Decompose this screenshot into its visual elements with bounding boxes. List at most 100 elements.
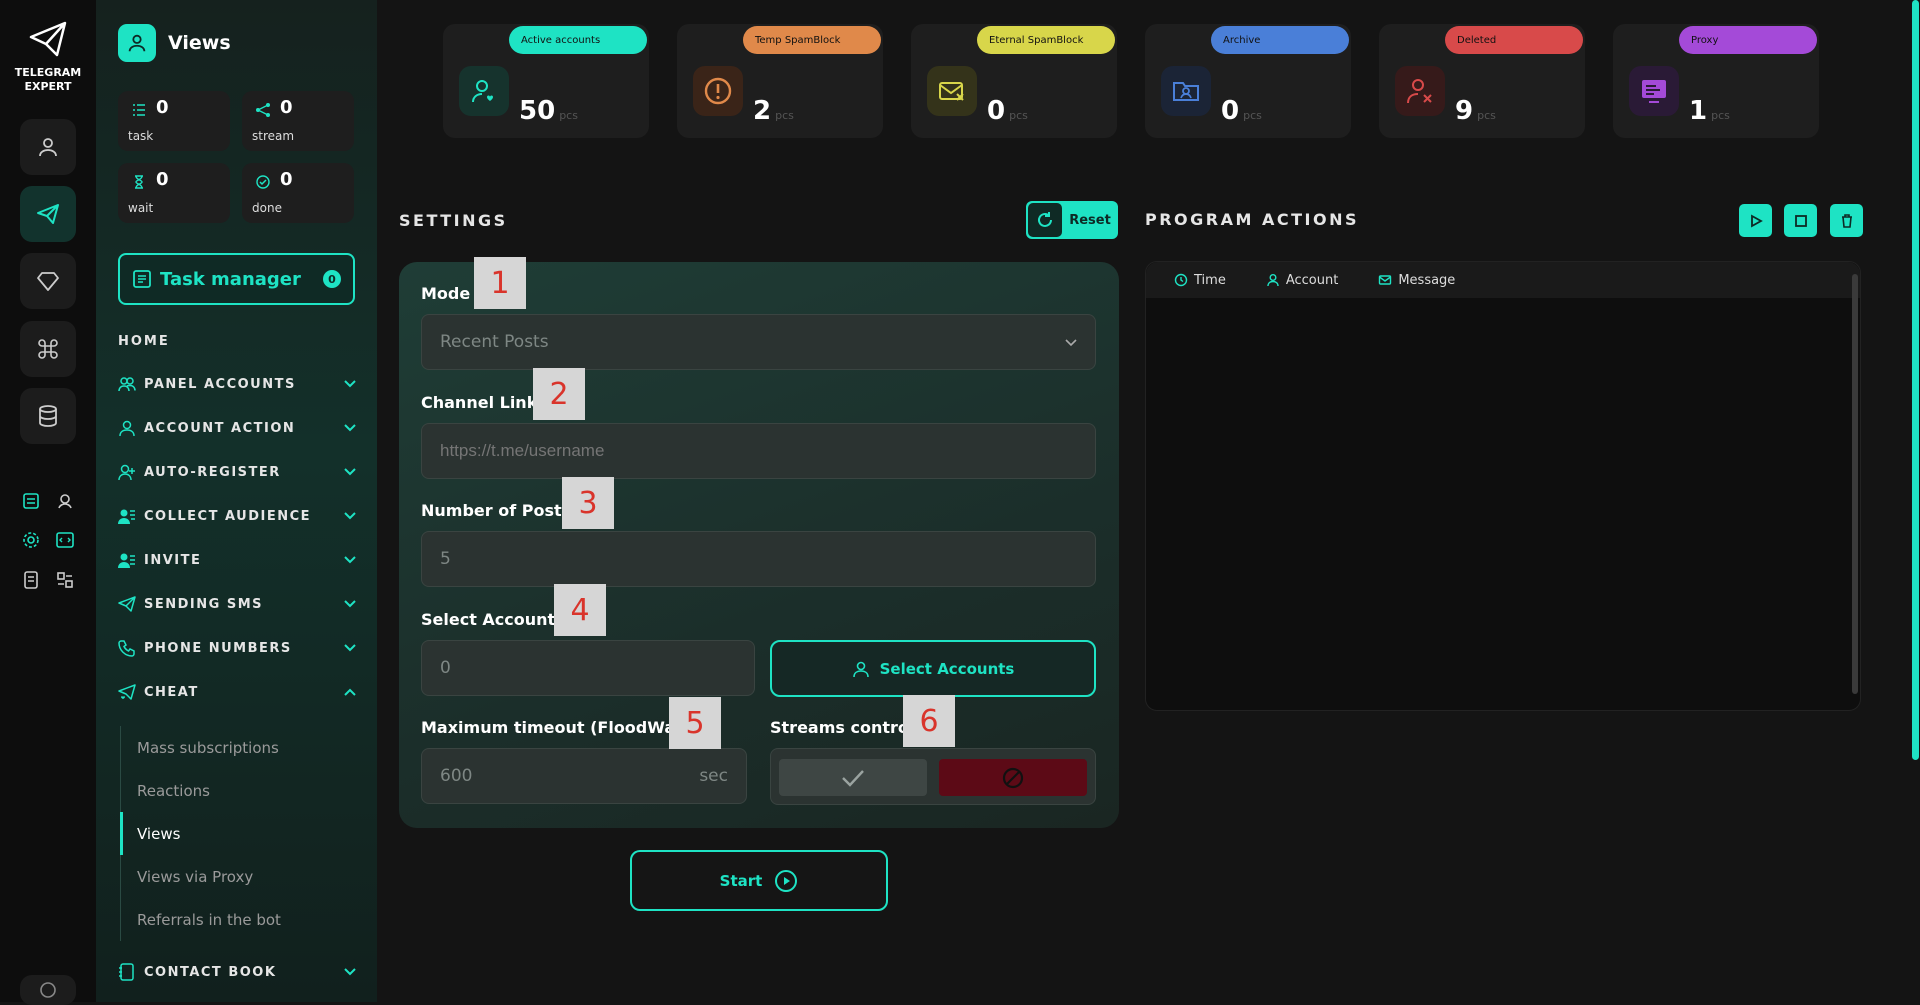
log-header: Time Account Message — [1146, 262, 1860, 298]
nav-label: AUTO-REGISTER — [144, 464, 281, 480]
chevron-down-icon — [342, 596, 358, 612]
card-label: Active accounts — [509, 26, 647, 54]
program-actions-log[interactable]: Time Account Message — [1145, 261, 1861, 711]
stat-label: stream — [252, 129, 295, 143]
chevron-down-icon — [1065, 332, 1077, 352]
stat-done: 0 done — [242, 163, 354, 223]
rail-mini-document-icon[interactable] — [18, 567, 44, 593]
card-archive: Archive 0 pcs — [1145, 24, 1351, 138]
marker-1: 1 — [474, 257, 526, 309]
subnav-referrals-in-the-bot[interactable]: Referrals in the bot — [120, 898, 360, 941]
channel-link-input[interactable] — [421, 423, 1096, 479]
nav-panel-accounts[interactable]: PANEL ACCOUNTS — [118, 372, 358, 396]
max-timeout-label: Maximum timeout (FloodWait) — [421, 718, 696, 737]
brand-line-1: TELEGRAM — [14, 66, 82, 79]
nav-collect-audience[interactable]: COLLECT AUDIENCE — [118, 504, 358, 528]
user-group-icon — [118, 509, 135, 524]
nav-auto-register[interactable]: AUTO-REGISTER — [118, 460, 358, 484]
marker-5: 5 — [669, 697, 721, 749]
user-icon — [119, 420, 135, 437]
mail-icon — [1379, 275, 1392, 285]
rail-mini-code-icon[interactable] — [52, 527, 78, 553]
trash-icon — [1841, 213, 1852, 228]
user-icon — [39, 138, 57, 157]
mode-select[interactable]: Recent Posts — [421, 314, 1096, 370]
streams-enable-button[interactable] — [779, 759, 927, 796]
page-scrollbar[interactable] — [1911, 0, 1920, 1002]
clear-log-button[interactable] — [1830, 204, 1863, 237]
task-manager-button[interactable]: Task manager 0 — [118, 253, 355, 305]
subnav-mass-subscriptions[interactable]: Mass subscriptions — [120, 726, 360, 769]
cheat-submenu: Mass subscriptions Reactions Views Views… — [120, 726, 360, 941]
chevron-down-icon — [342, 420, 358, 436]
user-plus-icon — [118, 464, 135, 481]
card-temp-spamblock: Temp SpamBlock 2 pcs — [677, 24, 883, 138]
settings-title: SETTINGS — [399, 211, 508, 230]
reset-button[interactable]: Reset — [1026, 201, 1118, 239]
run-button[interactable] — [1739, 204, 1772, 237]
marker-2: 2 — [533, 368, 585, 420]
users-icon — [118, 377, 136, 392]
card-proxy: Proxy 1 pcs — [1613, 24, 1819, 138]
rail-premium-button[interactable] — [20, 253, 76, 309]
chevron-down-icon — [342, 376, 358, 392]
rail-mini-list-icon[interactable] — [18, 488, 44, 514]
card-active-accounts: Active accounts 50 pcs — [443, 24, 649, 138]
marker-3: 3 — [562, 477, 614, 529]
nav-cheat[interactable]: CHEAT — [118, 680, 358, 704]
stat-label: task — [128, 129, 154, 143]
chevron-up-icon — [342, 684, 358, 700]
gear-icon — [40, 982, 56, 998]
card-label: Deleted — [1445, 26, 1583, 54]
nav-home[interactable]: HOME — [118, 334, 170, 349]
nav-sending-sms[interactable]: SENDING SMS — [118, 592, 358, 616]
rail-profile-button[interactable] — [20, 119, 76, 175]
stop-button[interactable] — [1784, 204, 1817, 237]
paper-plane-icon — [118, 596, 136, 612]
list-check-icon — [130, 101, 148, 119]
rail-mini-gear-icon[interactable] — [18, 527, 44, 553]
rail-settings-button[interactable] — [20, 975, 76, 1005]
card-value: 0 pcs — [1221, 96, 1262, 126]
nav-invite[interactable]: INVITE — [118, 548, 358, 572]
subnav-views-via-proxy[interactable]: Views via Proxy — [120, 855, 360, 898]
user-icon — [852, 661, 869, 677]
brand-line-2: EXPERT — [24, 80, 72, 93]
rail-commands-button[interactable] — [20, 321, 76, 377]
stat-value: 0 — [280, 169, 293, 190]
card-value: 9 pcs — [1455, 96, 1496, 126]
nav-label: PANEL ACCOUNTS — [144, 376, 296, 392]
rail-telegram-button[interactable] — [20, 186, 76, 242]
chevron-down-icon — [342, 464, 358, 480]
nav-contact-book[interactable]: CONTACT BOOK — [118, 960, 358, 984]
select-accounts-button[interactable]: Select Accounts — [770, 640, 1096, 697]
icon-rail: TELEGRAM EXPERT — [0, 0, 96, 1005]
max-timeout-input[interactable]: 600 sec — [421, 748, 747, 804]
subnav-views[interactable]: Views — [120, 812, 360, 855]
stat-task: 0 task — [118, 91, 230, 151]
start-button[interactable]: Start — [630, 850, 888, 911]
rail-mini-layout-icon[interactable] — [52, 567, 78, 593]
number-of-posts-label: Number of Posts — [421, 501, 572, 520]
log-scrollbar[interactable] — [1852, 274, 1858, 694]
subnav-reactions[interactable]: Reactions — [120, 769, 360, 812]
rail-database-button[interactable] — [20, 388, 76, 444]
nav-label: ACCOUNT ACTION — [144, 420, 296, 436]
share-nodes-icon — [254, 101, 272, 119]
user-heart-icon — [459, 66, 509, 116]
nav-account-action[interactable]: ACCOUNT ACTION — [118, 416, 358, 440]
card-label: Archive — [1211, 26, 1349, 54]
log-col-account: Account — [1266, 273, 1338, 288]
user-remove-icon — [1395, 66, 1445, 116]
user-icon — [1267, 274, 1279, 287]
number-of-posts-input[interactable]: 5 — [421, 531, 1096, 587]
rail-mini-location-icon[interactable] — [52, 488, 78, 514]
streams-disable-button[interactable] — [939, 759, 1087, 796]
card-label: Proxy — [1679, 26, 1817, 54]
selected-accounts-count[interactable]: 0 — [421, 640, 755, 696]
nav-phone-numbers[interactable]: PHONE NUMBERS — [118, 636, 358, 660]
nav-label: PHONE NUMBERS — [144, 640, 292, 656]
nav-label: INVITE — [144, 552, 202, 568]
page-scrollbar-thumb[interactable] — [1912, 0, 1919, 760]
paper-plane-icon — [37, 204, 59, 224]
